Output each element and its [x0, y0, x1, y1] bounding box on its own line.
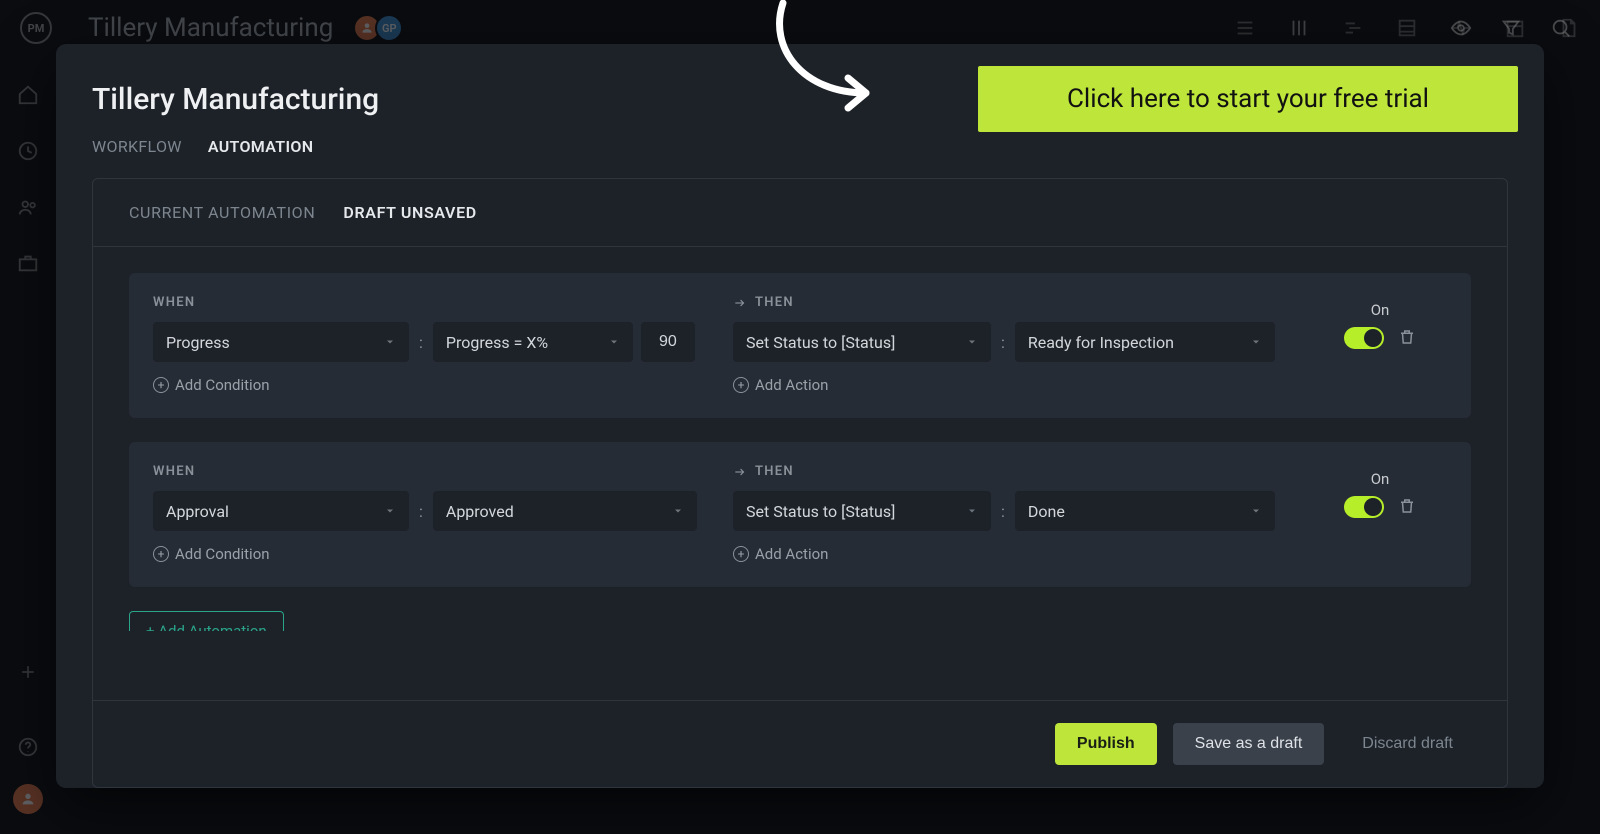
left-nav-rail: [0, 56, 56, 834]
chevron-down-icon: [966, 505, 978, 517]
then-column: THEN Set Status to [Status] : Ready for …: [733, 295, 1293, 394]
select-value: Set Status to [Status]: [746, 333, 895, 352]
when-field-select[interactable]: Approval: [153, 491, 409, 531]
briefcase-icon[interactable]: [17, 252, 39, 274]
arrow-right-icon: [733, 465, 747, 479]
automation-modal: Tillery Manufacturing WORKFLOW AUTOMATIO…: [56, 44, 1544, 788]
then-label: THEN: [755, 295, 794, 310]
user-avatar[interactable]: [13, 784, 43, 814]
colon-separator: :: [417, 502, 425, 521]
add-icon[interactable]: [18, 662, 38, 682]
then-column: THEN Set Status to [Status] : Done: [733, 464, 1293, 563]
when-label: WHEN: [153, 295, 195, 310]
chevron-down-icon: [608, 336, 620, 348]
list-view-icon[interactable]: [1234, 17, 1256, 39]
delete-rule-button[interactable]: [1398, 328, 1416, 348]
publish-button[interactable]: Publish: [1055, 723, 1157, 765]
avatar-badge: GP: [375, 14, 403, 42]
then-value-select[interactable]: Done: [1015, 491, 1275, 531]
recent-icon[interactable]: [17, 140, 39, 162]
arrow-right-icon: [733, 296, 747, 310]
cta-label: Click here to start your free trial: [1067, 84, 1429, 114]
chevron-down-icon: [1250, 336, 1262, 348]
when-label: WHEN: [153, 464, 195, 479]
add-condition-button[interactable]: + Add Condition: [153, 376, 713, 394]
automation-subtabs: CURRENT AUTOMATION DRAFT UNSAVED: [93, 179, 1507, 246]
when-operator-select[interactable]: Progress = X%: [433, 322, 633, 362]
delete-rule-button[interactable]: [1398, 497, 1416, 517]
plus-circle-icon: +: [153, 546, 169, 562]
filter-icon[interactable]: [1500, 17, 1522, 39]
rule-side-controls: On: [1313, 464, 1447, 518]
add-automation-clipped: + Add Automation: [129, 611, 1471, 631]
then-action-select[interactable]: Set Status to [Status]: [733, 322, 991, 362]
chevron-down-icon: [1250, 505, 1262, 517]
then-value-select[interactable]: Ready for Inspection: [1015, 322, 1275, 362]
add-automation-label: + Add Automation: [146, 622, 267, 631]
add-action-label: Add Action: [755, 376, 828, 394]
rule-enabled-toggle[interactable]: [1344, 327, 1384, 349]
select-value: Approved: [446, 502, 514, 521]
when-column: WHEN Approval : Approved +: [153, 464, 713, 563]
plus-circle-icon: +: [153, 377, 169, 393]
when-value-input[interactable]: [641, 322, 695, 362]
add-condition-button[interactable]: + Add Condition: [153, 545, 713, 563]
subtab-draft[interactable]: DRAFT UNSAVED: [343, 203, 476, 222]
select-value: Approval: [166, 502, 229, 521]
tab-automation[interactable]: AUTOMATION: [208, 137, 314, 156]
sheet-view-icon[interactable]: [1396, 17, 1418, 39]
modal-footer: Publish Save as a draft Discard draft: [93, 700, 1507, 787]
colon-separator: :: [999, 502, 1007, 521]
tab-workflow[interactable]: WORKFLOW: [92, 137, 182, 156]
add-automation-button[interactable]: + Add Automation: [129, 611, 284, 631]
add-action-button[interactable]: + Add Action: [733, 545, 1293, 563]
when-field-select[interactable]: Progress: [153, 322, 409, 362]
chevron-down-icon: [384, 505, 396, 517]
add-condition-label: Add Condition: [175, 545, 270, 563]
home-icon[interactable]: [17, 84, 39, 106]
then-action-select[interactable]: Set Status to [Status]: [733, 491, 991, 531]
automation-rule: WHEN Progress : Progress = X%: [129, 273, 1471, 418]
gantt-view-icon[interactable]: [1342, 17, 1364, 39]
rules-list: WHEN Progress : Progress = X%: [93, 247, 1507, 700]
colon-separator: :: [999, 333, 1007, 352]
colon-separator: :: [417, 333, 425, 352]
select-value: Progress = X%: [446, 333, 548, 352]
chevron-down-icon: [384, 336, 396, 348]
select-value: Done: [1028, 502, 1065, 521]
add-action-button[interactable]: + Add Action: [733, 376, 1293, 394]
rule-side-controls: On: [1313, 295, 1447, 349]
when-column: WHEN Progress : Progress = X%: [153, 295, 713, 394]
toggle-label: On: [1371, 470, 1390, 488]
free-trial-cta[interactable]: Click here to start your free trial: [978, 66, 1518, 132]
subtab-current[interactable]: CURRENT AUTOMATION: [129, 203, 315, 222]
discard-draft-button[interactable]: Discard draft: [1340, 723, 1475, 765]
add-condition-label: Add Condition: [175, 376, 270, 394]
when-operator-select[interactable]: Approved: [433, 491, 697, 531]
member-avatars: GP: [359, 14, 403, 42]
chevron-down-icon: [966, 336, 978, 348]
chevron-down-icon: [672, 505, 684, 517]
save-draft-button[interactable]: Save as a draft: [1173, 723, 1325, 765]
modal-tabs: WORKFLOW AUTOMATION: [92, 137, 1508, 156]
plus-circle-icon: +: [733, 546, 749, 562]
search-icon[interactable]: [1550, 17, 1572, 39]
app-logo: PM: [20, 12, 52, 44]
select-value: Progress: [166, 333, 230, 352]
help-icon[interactable]: [17, 736, 39, 758]
add-action-label: Add Action: [755, 545, 828, 563]
eye-icon[interactable]: [1450, 17, 1472, 39]
plus-circle-icon: +: [733, 377, 749, 393]
select-value: Ready for Inspection: [1028, 333, 1174, 352]
board-view-icon[interactable]: [1288, 17, 1310, 39]
then-label: THEN: [755, 464, 794, 479]
team-icon[interactable]: [17, 196, 39, 218]
automation-rule: WHEN Approval : Approved +: [129, 442, 1471, 587]
rule-enabled-toggle[interactable]: [1344, 496, 1384, 518]
bg-project-title: Tillery Manufacturing: [88, 13, 333, 43]
automation-panel: CURRENT AUTOMATION DRAFT UNSAVED WHEN Pr…: [92, 178, 1508, 788]
toggle-label: On: [1371, 301, 1390, 319]
select-value: Set Status to [Status]: [746, 502, 895, 521]
